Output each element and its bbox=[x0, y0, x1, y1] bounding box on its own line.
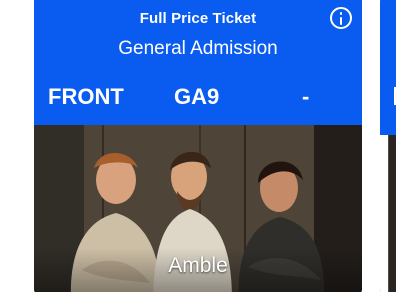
ticket-card[interactable]: Full Price Ticket General Admission FRON… bbox=[34, 0, 362, 292]
ticket-type: Full Price Ticket bbox=[139, 10, 257, 27]
seat-row: GA9 bbox=[174, 84, 220, 109]
next-ticket-card-peek[interactable] bbox=[380, 0, 396, 292]
info-icon-stem bbox=[340, 17, 342, 25]
event-photo: Amble bbox=[34, 125, 362, 292]
info-icon[interactable] bbox=[330, 7, 352, 29]
next-ticket-photo-peek bbox=[380, 135, 396, 292]
ticket-header: Full Price Ticket General Admission FRON… bbox=[34, 0, 362, 125]
seat-number: - bbox=[302, 84, 310, 109]
admission-type: General Admission bbox=[118, 38, 278, 59]
event-name: Amble bbox=[168, 254, 228, 277]
ticket-wallet-screen: Full Price Ticket General Admission FRON… bbox=[0, 0, 396, 292]
seat-section: FRONT bbox=[48, 84, 124, 109]
seat-details: FRONT GA9 - bbox=[34, 84, 362, 112]
info-icon-dot bbox=[340, 12, 342, 15]
